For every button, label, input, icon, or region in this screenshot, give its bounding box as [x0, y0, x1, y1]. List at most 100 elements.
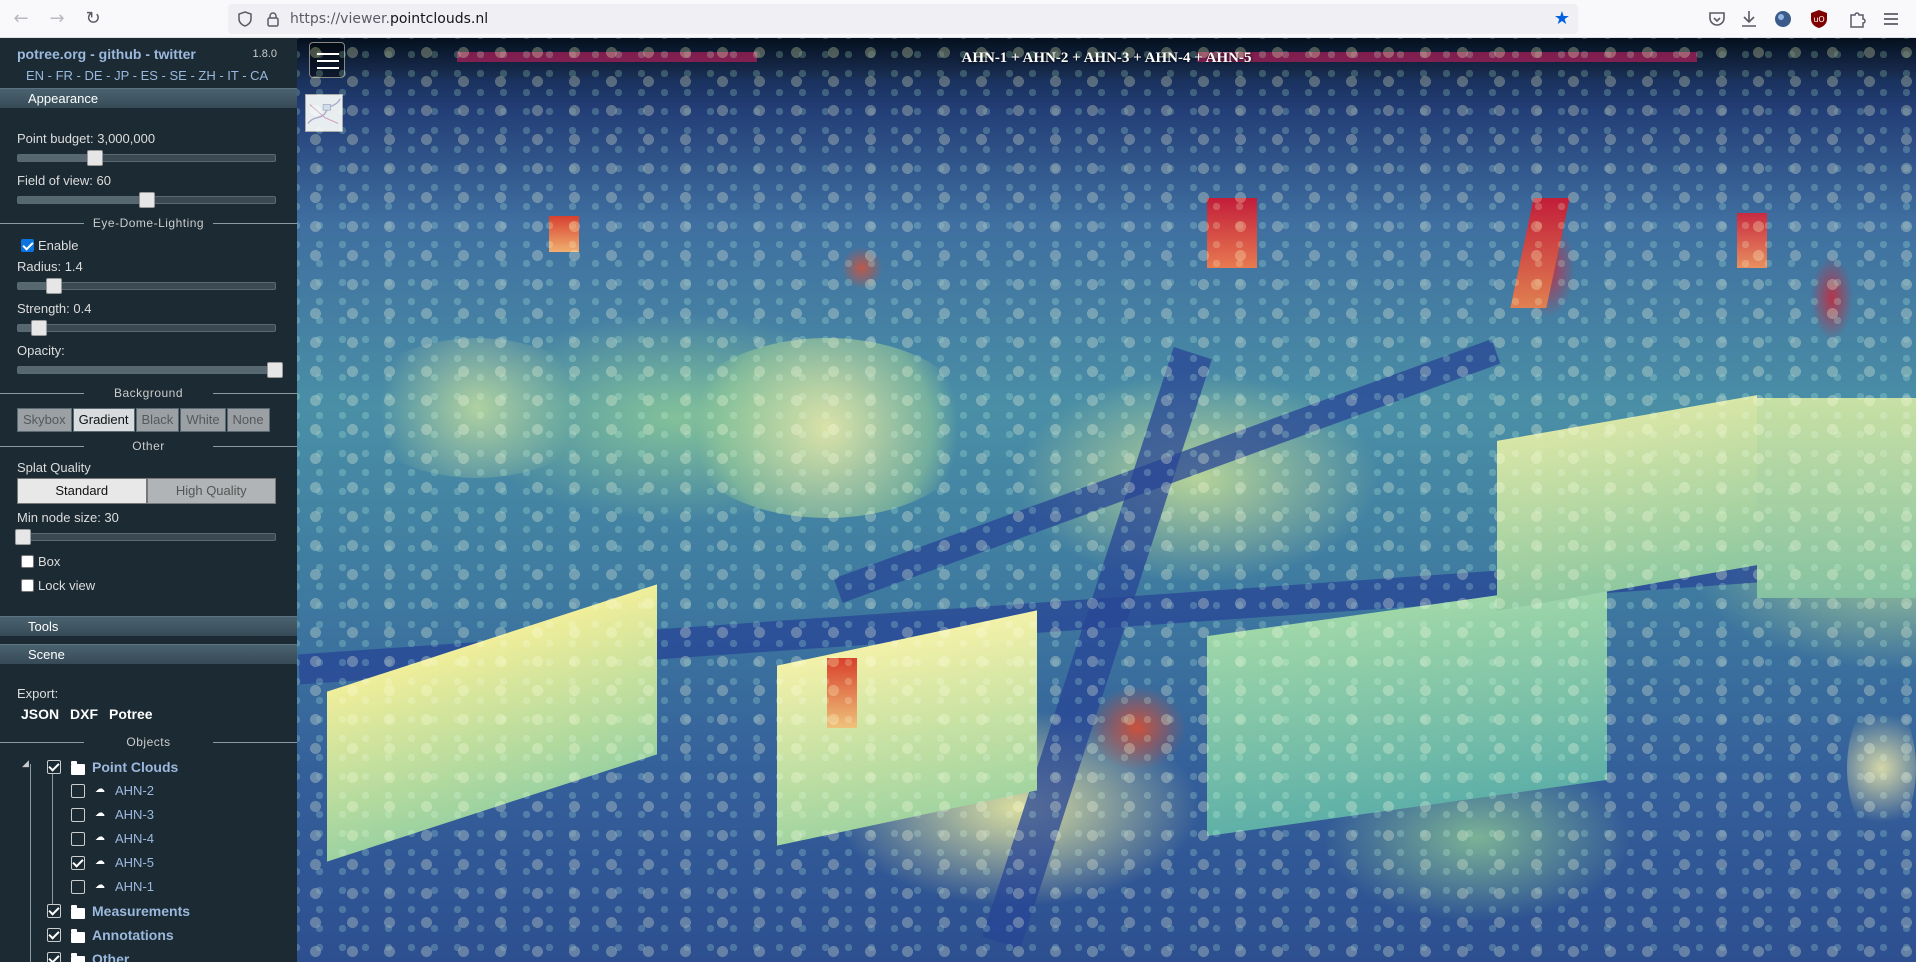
url-prefix: https://viewer.: [290, 11, 390, 27]
pocket-icon[interactable]: [1706, 8, 1728, 30]
tree-guide-line: [52, 772, 53, 918]
measurements-checkbox[interactable]: [47, 904, 61, 918]
checkbox-checked-icon[interactable]: [21, 239, 34, 252]
checkbox-unchecked-icon[interactable]: [21, 579, 34, 592]
lock-view-label: Lock view: [38, 578, 96, 593]
tree-expand-arrow-icon[interactable]: ◢: [22, 754, 29, 769]
tree-item-ahn1[interactable]: AHN-1: [115, 879, 154, 894]
slider-handle[interactable]: [138, 192, 155, 208]
download-icon[interactable]: [1738, 8, 1760, 30]
building: [1207, 579, 1607, 837]
road: [982, 346, 1212, 950]
checkbox-unchecked-icon[interactable]: [21, 555, 34, 568]
point-budget-slider[interactable]: [17, 150, 276, 166]
tree-measurements[interactable]: Measurements: [92, 903, 190, 919]
scene-header[interactable]: Scene: [0, 644, 297, 664]
folder-icon: [71, 761, 85, 775]
cloud-icon: ☁: [95, 808, 105, 819]
fov-slider[interactable]: [17, 192, 276, 208]
export-potree-link[interactable]: Potree: [109, 706, 153, 722]
box-label: Box: [38, 554, 61, 569]
slider-handle[interactable]: [30, 320, 47, 336]
other-checkbox[interactable]: [47, 952, 61, 962]
skyline-glow: [1197, 52, 1697, 62]
point-cloud-viewport[interactable]: AHN-1 + AHN-2 + AHN-3 + AHN-4 + AHN-5: [297, 38, 1916, 962]
appearance-header[interactable]: Appearance: [0, 88, 297, 108]
tree-point-clouds[interactable]: Point Clouds: [92, 759, 178, 775]
building-tower: [1510, 198, 1570, 308]
export-json-link[interactable]: JSON: [21, 706, 59, 722]
address-bar[interactable]: https://viewer.pointclouds.nl ★: [228, 4, 1578, 34]
edl-enable-checkbox[interactable]: Enable: [21, 238, 78, 253]
app-menu-icon[interactable]: [1880, 8, 1902, 30]
extensions-puzzle-icon[interactable]: [1846, 8, 1868, 30]
tree-item-ahn2[interactable]: AHN-2: [115, 783, 154, 798]
lock-icon[interactable]: [264, 10, 282, 28]
slider-handle[interactable]: [87, 150, 104, 166]
ublock-icon[interactable]: uO: [1808, 8, 1830, 30]
background-white-button[interactable]: White: [180, 408, 226, 432]
opacity-slider[interactable]: [17, 362, 283, 378]
objects-section-title: Objects: [0, 735, 297, 749]
ahn1-label: AHN-1: [115, 879, 155, 894]
background-none-button[interactable]: None: [226, 408, 270, 432]
export-dxf-link[interactable]: DXF: [70, 706, 98, 722]
lock-view-checkbox[interactable]: Lock view: [21, 578, 95, 593]
tree-other[interactable]: Other: [92, 951, 129, 962]
edl-section-title: Eye-Dome-Lighting: [0, 216, 297, 230]
map-toggle-button[interactable]: [305, 94, 343, 132]
reload-icon[interactable]: ↻: [81, 7, 105, 31]
background-gradient-button[interactable]: Gradient: [72, 408, 135, 432]
radius-slider[interactable]: [17, 278, 276, 294]
tracking-shield-icon[interactable]: [236, 10, 254, 28]
strength-label: Strength: 0.4: [17, 301, 92, 316]
sidebar-toggle-button[interactable]: [309, 42, 345, 78]
ahn4-checkbox[interactable]: [71, 832, 85, 846]
account-avatar-icon[interactable]: [1772, 8, 1794, 30]
ahn3-checkbox[interactable]: [71, 808, 85, 822]
splat-standard-button[interactable]: Standard: [17, 478, 147, 504]
bookmark-star-icon[interactable]: ★: [1554, 8, 1570, 29]
brand-links[interactable]: potree.org - github - twitter: [17, 46, 196, 62]
point-budget-label: Point budget: 3,000,000: [17, 131, 156, 146]
ahn1-checkbox[interactable]: [71, 880, 85, 894]
skyline-glow: [457, 52, 757, 62]
ahn2-label: AHN-2: [115, 783, 155, 798]
ahn2-checkbox[interactable]: [71, 784, 85, 798]
point-clouds-label: Point Clouds: [92, 759, 179, 775]
tree-item-ahn4[interactable]: AHN-4: [115, 831, 154, 846]
tree-cluster: [1847, 698, 1916, 838]
min-node-size-slider[interactable]: [15, 529, 276, 545]
forward-arrow-icon[interactable]: →: [45, 7, 69, 31]
ahn5-checkbox[interactable]: [71, 856, 85, 870]
slider-handle[interactable]: [15, 529, 32, 545]
background-skybox-button[interactable]: Skybox: [17, 408, 72, 432]
annotations-label: Annotations: [92, 927, 174, 943]
tree-annotations[interactable]: Annotations: [92, 927, 174, 943]
box-checkbox[interactable]: Box: [21, 554, 60, 569]
background-black-button[interactable]: Black: [135, 408, 180, 432]
tree-guide-line: [30, 764, 31, 962]
building: [1497, 395, 1757, 611]
cloud-icon: ☁: [95, 784, 105, 795]
potree-sidebar: potree.org - github - twitter 1.8.0 EN -…: [0, 38, 297, 962]
splat-quality-label: Splat Quality: [17, 460, 91, 475]
slider-handle[interactable]: [45, 278, 62, 294]
tree-item-ahn3[interactable]: AHN-3: [115, 807, 154, 822]
tree-item-ahn5[interactable]: AHN-5: [115, 855, 154, 870]
hamburger-line: [317, 60, 339, 62]
folder-icon: [71, 953, 85, 962]
annotations-checkbox[interactable]: [47, 928, 61, 942]
slider-handle[interactable]: [267, 362, 283, 378]
point-clouds-checkbox[interactable]: [47, 760, 61, 774]
splat-high-quality-button[interactable]: High Quality: [146, 478, 276, 504]
splat-quality-toggle: Standard High Quality: [17, 478, 276, 504]
language-selector[interactable]: EN - FR - DE - JP - ES - SE - ZH - IT - …: [26, 68, 268, 83]
building: [327, 584, 657, 862]
browser-toolbar: ← → ↻ https://viewer.pointclouds.nl ★ uO: [0, 0, 1916, 38]
back-arrow-icon[interactable]: ←: [9, 7, 33, 31]
svg-text:uO: uO: [1813, 15, 1824, 24]
cloud-icon: ☁: [95, 880, 105, 891]
tools-header[interactable]: Tools: [0, 616, 297, 636]
strength-slider[interactable]: [17, 320, 276, 336]
